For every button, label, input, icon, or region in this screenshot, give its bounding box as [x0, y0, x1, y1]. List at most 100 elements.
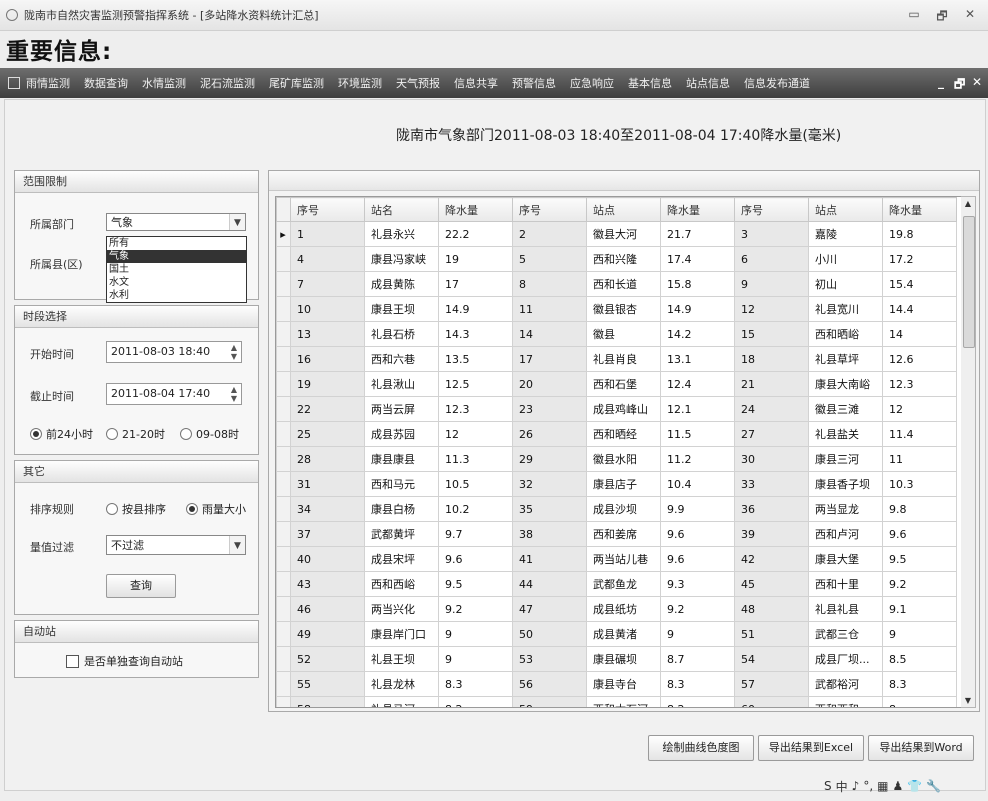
table-cell[interactable]: 8.3 — [438, 671, 513, 697]
row-header-cell[interactable] — [276, 271, 291, 297]
table-cell[interactable]: 12.3 — [882, 371, 957, 397]
table-row[interactable]: 34 康县白杨 10.2 35 成县沙坝 9.9 36 两当显龙 9.8 — [276, 496, 957, 522]
menu-item-emergency[interactable]: 应急响应 — [570, 75, 614, 91]
table-cell[interactable]: 48 — [734, 596, 809, 622]
table-cell[interactable]: 西和十里 — [808, 571, 883, 597]
table-cell[interactable]: 9.2 — [660, 596, 735, 622]
row-header-cell[interactable] — [276, 296, 291, 322]
table-cell[interactable]: 7 — [290, 271, 365, 297]
table-row[interactable]: 13 礼县石桥 14.3 14 徽县 14.2 15 西和晒峪 14 — [276, 321, 957, 347]
keyboard-icon[interactable]: ▦ — [877, 779, 888, 793]
table-cell[interactable]: 41 — [512, 546, 587, 572]
table-cell[interactable]: 55 — [290, 671, 365, 697]
filter-select[interactable]: 不过滤 ▼ — [106, 535, 246, 555]
table-row[interactable]: 49 康县岸门口 9 50 成县黄渚 9 51 武都三仓 9 — [276, 621, 957, 647]
table-cell[interactable]: 8.5 — [882, 646, 957, 672]
table-cell[interactable]: 27 — [734, 421, 809, 447]
table-cell[interactable]: 38 — [512, 521, 587, 547]
table-cell[interactable]: 成县黄陈 — [364, 271, 439, 297]
table-row[interactable]: 28 康县康县 11.3 29 徽县水阳 11.2 30 康县三河 11 — [276, 446, 957, 472]
restore-button[interactable]: 🗗 — [932, 7, 952, 28]
table-cell[interactable]: 17.4 — [660, 246, 735, 272]
table-row[interactable]: 43 西和西峪 9.5 44 武都鱼龙 9.3 45 西和十里 9.2 — [276, 571, 957, 597]
radio-prev-24h[interactable]: 前24小时 — [30, 426, 93, 442]
table-cell[interactable]: 17.2 — [882, 246, 957, 272]
dropdown-option[interactable]: 水利 — [107, 289, 246, 302]
table-cell[interactable]: 16 — [290, 346, 365, 372]
table-cell[interactable]: 成县鸡峰山 — [586, 396, 661, 422]
table-cell[interactable]: 9.3 — [660, 571, 735, 597]
table-cell[interactable]: 49 — [290, 621, 365, 647]
table-cell[interactable]: 21.7 — [660, 221, 735, 247]
start-time-input[interactable]: 2011-08-03 18:40 ▲ ▼ — [106, 341, 242, 363]
column-header[interactable]: 降水量 — [660, 197, 735, 222]
table-cell[interactable]: 西和卢河 — [808, 521, 883, 547]
table-cell[interactable]: 9 — [882, 621, 957, 647]
table-cell[interactable]: 9 — [660, 621, 735, 647]
table-cell[interactable]: 徽县三滩 — [808, 396, 883, 422]
table-cell[interactable]: 康县寺台 — [586, 671, 661, 697]
table-cell[interactable]: 武都黄坪 — [364, 521, 439, 547]
row-header-cell[interactable] — [276, 471, 291, 497]
minimize-button[interactable]: ▭ — [904, 7, 924, 21]
table-cell[interactable]: 9.2 — [438, 596, 513, 622]
table-cell[interactable]: 29 — [512, 446, 587, 472]
table-cell[interactable]: 11 — [882, 446, 957, 472]
table-row[interactable]: 40 成县宋坪 9.6 41 两当站儿巷 9.6 42 康县大堡 9.5 — [276, 546, 957, 572]
menu-item-warning[interactable]: 预警信息 — [512, 75, 556, 91]
table-cell[interactable]: 西和晒峪 — [808, 321, 883, 347]
row-header-cell[interactable] — [276, 571, 291, 597]
export-word-button[interactable]: 导出结果到Word — [868, 735, 974, 761]
menu-item-water-monitor[interactable]: 水情监测 — [142, 75, 186, 91]
dropdown-option-selected[interactable]: 气象 — [107, 250, 246, 263]
table-cell[interactable]: 14.4 — [882, 296, 957, 322]
spin-updown-icon[interactable]: ▲ ▼ — [229, 385, 239, 403]
table-cell[interactable]: 59 — [512, 696, 587, 707]
table-row[interactable]: 55 礼县龙林 8.3 56 康县寺台 8.3 57 武都裕河 8.3 — [276, 671, 957, 697]
table-cell[interactable]: 57 — [734, 671, 809, 697]
table-cell[interactable]: 19 — [290, 371, 365, 397]
table-cell[interactable]: 康县白杨 — [364, 496, 439, 522]
table-cell[interactable]: 成县厂坝... — [808, 646, 883, 672]
table-cell[interactable]: 9 — [438, 646, 513, 672]
table-row[interactable]: 52 礼县王坝 9 53 康县碾坝 8.7 54 成县厂坝... 8.5 — [276, 646, 957, 672]
table-cell[interactable]: 10.3 — [882, 471, 957, 497]
table-cell[interactable]: 康县康县 — [364, 446, 439, 472]
radio-09-08[interactable]: 09-08时 — [180, 426, 239, 442]
table-cell[interactable]: 12.4 — [660, 371, 735, 397]
table-cell[interactable]: 35 — [512, 496, 587, 522]
table-cell[interactable]: 9.8 — [882, 496, 957, 522]
row-header-cell[interactable] — [276, 396, 291, 422]
table-cell[interactable]: 17 — [438, 271, 513, 297]
table-cell[interactable]: 成县宋坪 — [364, 546, 439, 572]
table-cell[interactable]: 11 — [512, 296, 587, 322]
table-cell[interactable]: 8.2 — [660, 696, 735, 707]
sogou-icon[interactable]: S — [824, 779, 832, 793]
table-cell[interactable]: 9 — [734, 271, 809, 297]
table-cell[interactable]: 8.3 — [660, 671, 735, 697]
table-cell[interactable]: 26 — [512, 421, 587, 447]
table-cell[interactable]: 17 — [512, 346, 587, 372]
table-cell[interactable]: 4 — [290, 246, 365, 272]
table-cell[interactable]: 康县岸门口 — [364, 621, 439, 647]
table-cell[interactable]: 23 — [512, 396, 587, 422]
table-row[interactable]: 10 康县王坝 14.9 11 徽县银杏 14.9 12 礼县宽川 14.4 — [276, 296, 957, 322]
table-row[interactable]: 31 西和马元 10.5 32 康县店子 10.4 33 康县香子坝 10.3 — [276, 471, 957, 497]
table-cell[interactable]: 西和长道 — [586, 271, 661, 297]
row-header-cell[interactable] — [276, 346, 291, 372]
table-cell[interactable]: 20 — [512, 371, 587, 397]
table-cell[interactable]: 西和西峪 — [364, 571, 439, 597]
table-cell[interactable]: 礼县宽川 — [808, 296, 883, 322]
dept-select[interactable]: 气象 ▼ — [106, 213, 246, 231]
table-cell[interactable]: 礼县礼县 — [808, 596, 883, 622]
menu-item-forecast[interactable]: 天气预报 — [396, 75, 440, 91]
table-cell[interactable]: 10.2 — [438, 496, 513, 522]
table-cell[interactable]: 58 — [290, 696, 365, 707]
row-header-cell[interactable] — [276, 621, 291, 647]
table-cell[interactable]: 西和石堡 — [586, 371, 661, 397]
table-cell[interactable]: 8.3 — [882, 671, 957, 697]
menu-item-debris-flow[interactable]: 泥石流监测 — [200, 75, 255, 91]
table-row[interactable]: 19 礼县湫山 12.5 20 西和石堡 12.4 21 康县大南峪 12.3 — [276, 371, 957, 397]
table-cell[interactable]: 42 — [734, 546, 809, 572]
table-cell[interactable]: 37 — [290, 521, 365, 547]
